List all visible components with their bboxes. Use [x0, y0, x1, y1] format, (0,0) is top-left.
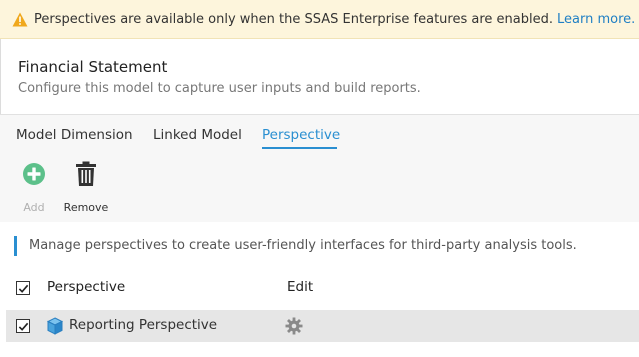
- plus-circle-icon: [9, 159, 59, 189]
- tab-linked-model[interactable]: Linked Model: [153, 127, 242, 143]
- checkmark-icon: [18, 322, 28, 331]
- perspective-name: Reporting Perspective: [69, 317, 218, 333]
- page-subtitle: Configure this model to capture user inp…: [18, 81, 421, 96]
- info-note: Manage perspectives to create user-frien…: [14, 236, 577, 256]
- gear-icon[interactable]: [285, 317, 303, 335]
- page-title: Financial Statement: [18, 58, 168, 76]
- tab-model-dimension[interactable]: Model Dimension: [16, 127, 133, 143]
- learn-more-link[interactable]: Learn more.: [557, 12, 635, 27]
- add-button[interactable]: Add: [9, 159, 59, 214]
- trash-icon: [61, 159, 111, 189]
- select-all-checkbox[interactable]: [16, 281, 30, 295]
- remove-label: Remove: [63, 201, 109, 214]
- column-header-perspective: Perspective: [47, 279, 126, 295]
- column-header-edit: Edit: [287, 279, 314, 295]
- cube-icon: [46, 317, 64, 335]
- feature-warning-banner: Perspectives are available only when the…: [0, 0, 639, 39]
- row-checkbox[interactable]: [16, 319, 30, 333]
- warning-triangle-icon: [12, 12, 28, 27]
- checkmark-icon: [18, 284, 28, 293]
- banner-message: Perspectives are available only when the…: [34, 11, 553, 27]
- active-tab-indicator: [262, 147, 337, 149]
- remove-button[interactable]: Remove: [61, 159, 111, 214]
- add-label: Add: [23, 201, 45, 214]
- tab-perspective[interactable]: Perspective: [262, 127, 340, 143]
